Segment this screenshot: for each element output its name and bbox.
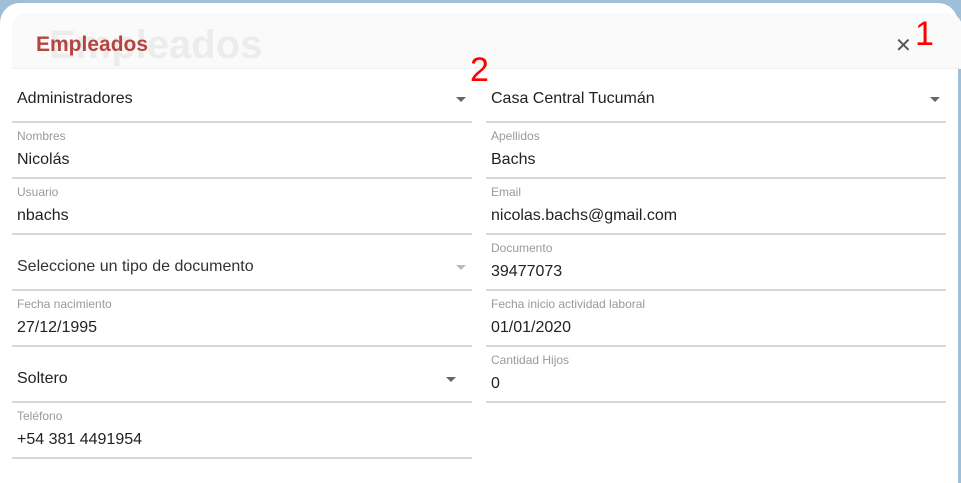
cantidad-hijos-value: 0 xyxy=(491,375,500,392)
annotation-1: 1 xyxy=(915,15,934,53)
usuario-label: Usuario xyxy=(17,185,59,199)
marital-status-select[interactable]: Soltero xyxy=(12,346,472,403)
email-field[interactable]: Email nicolas.bachs@gmail.com xyxy=(486,178,946,235)
fecha-inicio-label: Fecha inicio actividad laboral xyxy=(491,297,646,311)
email-value: nicolas.bachs@gmail.com xyxy=(491,207,678,224)
documento-field[interactable]: Documento 39477073 xyxy=(486,234,946,291)
dropdown-arrow-icon xyxy=(446,377,456,382)
apellidos-field[interactable]: Apellidos Bachs xyxy=(486,122,946,179)
document-type-select[interactable]: Seleccione un tipo de documento xyxy=(12,234,472,291)
dropdown-arrow-icon xyxy=(930,97,940,102)
cantidad-hijos-label: Cantidad Hijos xyxy=(491,353,570,367)
documento-value: 39477073 xyxy=(491,263,563,280)
telefono-field[interactable]: Teléfono +54 381 4491954 xyxy=(12,402,472,459)
cantidad-hijos-field[interactable]: Cantidad Hijos 0 xyxy=(486,346,946,403)
fecha-nacimiento-field[interactable]: Fecha nacimiento 27/12/1995 xyxy=(12,290,472,347)
usuario-value: nbachs xyxy=(17,207,69,224)
marital-status-value: Soltero xyxy=(17,370,68,387)
nombres-field[interactable]: Nombres Nicolás xyxy=(12,122,472,179)
apellidos-label: Apellidos xyxy=(491,129,540,143)
role-select[interactable]: Administradores xyxy=(12,66,472,123)
dropdown-arrow-icon xyxy=(456,97,466,102)
document-type-placeholder: Seleccione un tipo de documento xyxy=(17,258,254,275)
usuario-field[interactable]: Usuario nbachs xyxy=(12,178,472,235)
modal-title: Empleados xyxy=(36,33,149,56)
apellidos-value: Bachs xyxy=(491,151,536,168)
nombres-value: Nicolás xyxy=(17,151,70,168)
telefono-label: Teléfono xyxy=(17,409,63,423)
employee-modal: Empleados Empleados ✕ 1 2 Administradore… xyxy=(0,3,961,483)
fecha-nacimiento-label: Fecha nacimiento xyxy=(17,297,112,311)
nombres-label: Nombres xyxy=(17,129,66,143)
fecha-nacimiento-value: 27/12/1995 xyxy=(17,319,98,336)
dropdown-arrow-icon xyxy=(456,265,466,270)
fecha-inicio-field[interactable]: Fecha inicio actividad laboral 01/01/2020 xyxy=(486,290,946,347)
close-icon[interactable]: ✕ xyxy=(895,33,912,58)
telefono-value: +54 381 4491954 xyxy=(17,431,143,448)
role-value: Administradores xyxy=(17,90,133,107)
documento-label: Documento xyxy=(491,241,553,255)
branch-value: Casa Central Tucumán xyxy=(491,90,655,107)
email-label: Email xyxy=(491,185,522,199)
branch-select[interactable]: Casa Central Tucumán xyxy=(486,66,946,123)
fecha-inicio-value: 01/01/2020 xyxy=(491,319,572,336)
